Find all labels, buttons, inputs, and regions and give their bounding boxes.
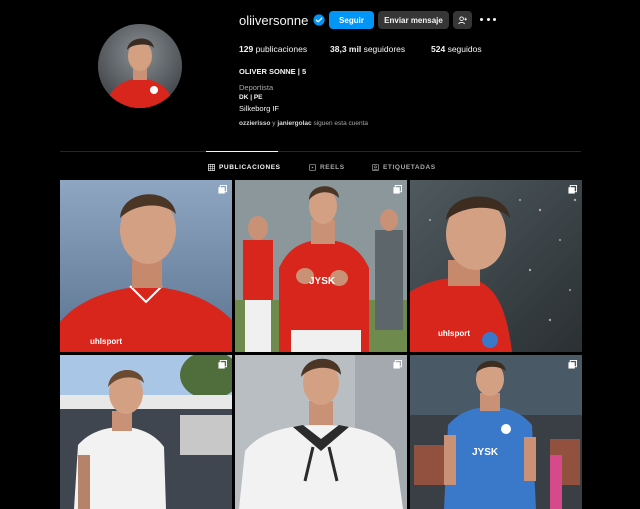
multiple-photos-icon	[393, 185, 402, 194]
verified-badge-icon	[313, 14, 325, 26]
tabs-divider	[60, 151, 581, 152]
post-print: uhlsport	[438, 329, 470, 338]
followed-by-user[interactable]: ozzierisso	[239, 120, 270, 127]
posts-count: 129 publicaciones	[239, 44, 308, 54]
post-print: JYSK	[472, 447, 499, 458]
followed-by-user[interactable]: janiergolac	[277, 120, 311, 127]
profile-avatar[interactable]	[98, 24, 182, 108]
profile-category: Deportista	[239, 83, 274, 92]
tab-tagged[interactable]: ETIQUETADAS	[372, 162, 436, 172]
post-thumbnail[interactable]: uhlsport	[410, 180, 582, 352]
tagged-icon	[372, 163, 379, 171]
post-thumbnail[interactable]	[235, 355, 407, 509]
multiple-photos-icon	[393, 360, 402, 369]
post-thumbnail[interactable]: JYSK	[410, 355, 582, 509]
send-message-button[interactable]: Enviar mensaje	[378, 11, 449, 29]
reels-icon	[309, 163, 316, 171]
bio-flags: DK | PE	[239, 94, 263, 101]
post-thumbnail[interactable]	[60, 355, 232, 509]
post-print: uhlsport	[90, 337, 122, 346]
multiple-photos-icon	[218, 185, 227, 194]
add-person-icon	[458, 15, 467, 24]
more-options-icon[interactable]	[480, 12, 496, 26]
following-count[interactable]: 524 seguidos	[431, 44, 482, 54]
post-thumbnail[interactable]: uhlsport	[60, 180, 232, 352]
post-print: JYSK	[309, 276, 336, 287]
tab-posts[interactable]: PUBLICACIONES	[208, 162, 281, 172]
suggested-accounts-button[interactable]	[453, 11, 472, 29]
post-thumbnail[interactable]: JYSK	[235, 180, 407, 352]
username: oliiversonne	[239, 12, 309, 28]
multiple-photos-icon	[568, 360, 577, 369]
followed-by[interactable]: ozzierisso y janiergolac siguen esta cue…	[239, 120, 368, 127]
tab-reels[interactable]: REELS	[309, 162, 345, 172]
multiple-photos-icon	[218, 360, 227, 369]
follow-button[interactable]: Seguir	[329, 11, 374, 29]
full-name: OLIVER SONNE | 5	[239, 67, 307, 76]
followers-count[interactable]: 38,3 mil seguidores	[330, 44, 405, 54]
active-tab-indicator	[206, 151, 278, 152]
multiple-photos-icon	[568, 185, 577, 194]
bio-club: Silkeborg IF	[239, 104, 280, 113]
grid-icon	[208, 163, 215, 171]
